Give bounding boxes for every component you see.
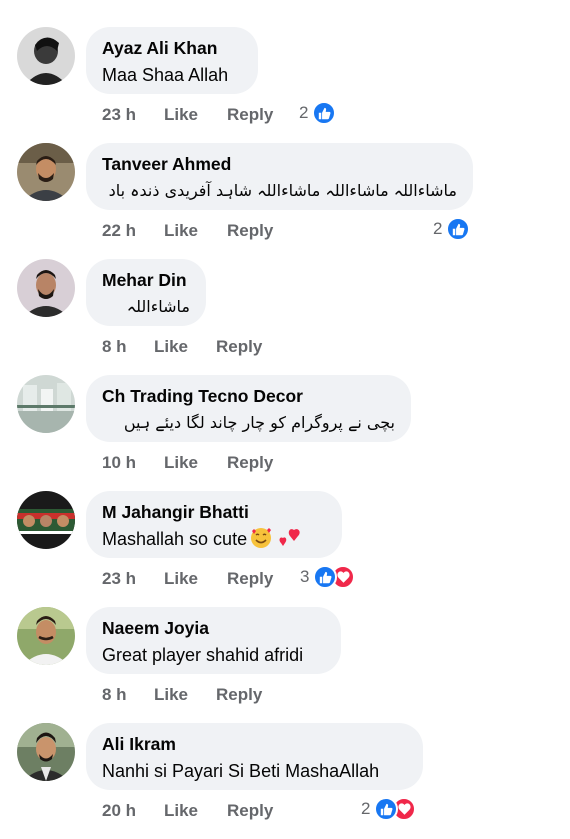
comment-bubble: Tanveer Ahmed ماشاءاللہ ماشاءاللہ ماشاءا… — [86, 143, 473, 210]
comment-bubble: Ali Ikram Nanhi si Payari Si Beti MashaA… — [86, 723, 423, 790]
comment-bubble: Mehar Din ماشاءاللہ — [86, 259, 206, 326]
avatar[interactable] — [17, 607, 75, 665]
like-button[interactable]: Like — [164, 801, 198, 821]
reply-button[interactable]: Reply — [227, 569, 273, 589]
commenter-name[interactable]: Ch Trading Tecno Decor — [102, 385, 395, 407]
two-hearts-icon — [278, 527, 302, 556]
avatar[interactable] — [17, 259, 75, 317]
comment-time[interactable]: 23 h — [102, 105, 136, 125]
avatar[interactable] — [17, 27, 75, 85]
commenter-name[interactable]: Ali Ikram — [102, 733, 407, 755]
avatar[interactable] — [17, 491, 75, 549]
reply-button[interactable]: Reply — [227, 105, 273, 125]
comment-time[interactable]: 23 h — [102, 569, 136, 589]
comment-text: Maa Shaa Allah — [102, 65, 229, 85]
comment-text: ماشاءاللہ — [126, 297, 190, 316]
reaction-count: 3 — [300, 567, 310, 586]
like-button[interactable]: Like — [154, 685, 188, 705]
commenter-name[interactable]: Mehar Din — [102, 269, 190, 291]
avatar[interactable] — [17, 375, 75, 433]
comment-time[interactable]: 8 h — [102, 337, 127, 357]
commenter-name[interactable]: M Jahangir Bhatti — [102, 501, 326, 523]
reaction-summary[interactable]: 2 — [433, 216, 471, 242]
reaction-summary[interactable]: 2 — [299, 100, 337, 126]
like-button[interactable]: Like — [164, 569, 198, 589]
reply-button[interactable]: Reply — [227, 221, 273, 241]
like-button[interactable]: Like — [164, 453, 198, 473]
comment-text-body: Mashallah so cute — [102, 529, 248, 549]
commenter-name[interactable]: Tanveer Ahmed — [102, 153, 457, 175]
reply-button[interactable]: Reply — [216, 337, 262, 357]
smiling-face-with-hearts-icon — [250, 527, 272, 556]
comment-bubble: M Jahangir Bhatti Mashallah so cute — [86, 491, 342, 558]
comment-time[interactable]: 10 h — [102, 453, 136, 473]
commenter-name[interactable]: Ayaz Ali Khan — [102, 37, 242, 59]
comment-bubble: Ayaz Ali Khan Maa Shaa Allah — [86, 27, 258, 94]
avatar[interactable] — [17, 143, 75, 201]
like-button[interactable]: Like — [154, 337, 188, 357]
comment-time[interactable]: 22 h — [102, 221, 136, 241]
reply-button[interactable]: Reply — [227, 453, 273, 473]
avatar[interactable] — [17, 723, 75, 781]
reply-button[interactable]: Reply — [227, 801, 273, 821]
comment-text: Mashallah so cute — [102, 526, 326, 556]
reaction-count: 2 — [299, 103, 309, 122]
comment-text: Nanhi si Payari Si Beti MashaAllah — [102, 761, 380, 781]
comment-time[interactable]: 8 h — [102, 685, 127, 705]
comment-text: بچی نے پروگرام کو چار چاند لگا دیئے ہیں — [123, 413, 395, 432]
comment-bubble: Ch Trading Tecno Decor بچی نے پروگرام کو… — [86, 375, 411, 442]
reaction-count: 2 — [433, 219, 443, 238]
commenter-name[interactable]: Naeem Joyia — [102, 617, 325, 639]
comment-text: ماشاءاللہ ماشاءاللہ ماشاءاللہ شاہد آفرید… — [108, 181, 457, 200]
like-button[interactable]: Like — [164, 105, 198, 125]
comment-time[interactable]: 20 h — [102, 801, 136, 821]
reaction-summary[interactable]: 2 — [361, 796, 417, 822]
like-reaction-icon — [312, 101, 337, 125]
reaction-count: 2 — [361, 799, 371, 818]
reply-button[interactable]: Reply — [216, 685, 262, 705]
comment-text: Great player shahid afridi — [102, 645, 304, 665]
like-button[interactable]: Like — [164, 221, 198, 241]
reaction-summary[interactable]: 3 — [300, 564, 356, 590]
comment-bubble: Naeem Joyia Great player shahid afridi — [86, 607, 341, 674]
like-reaction-icon — [446, 217, 471, 241]
